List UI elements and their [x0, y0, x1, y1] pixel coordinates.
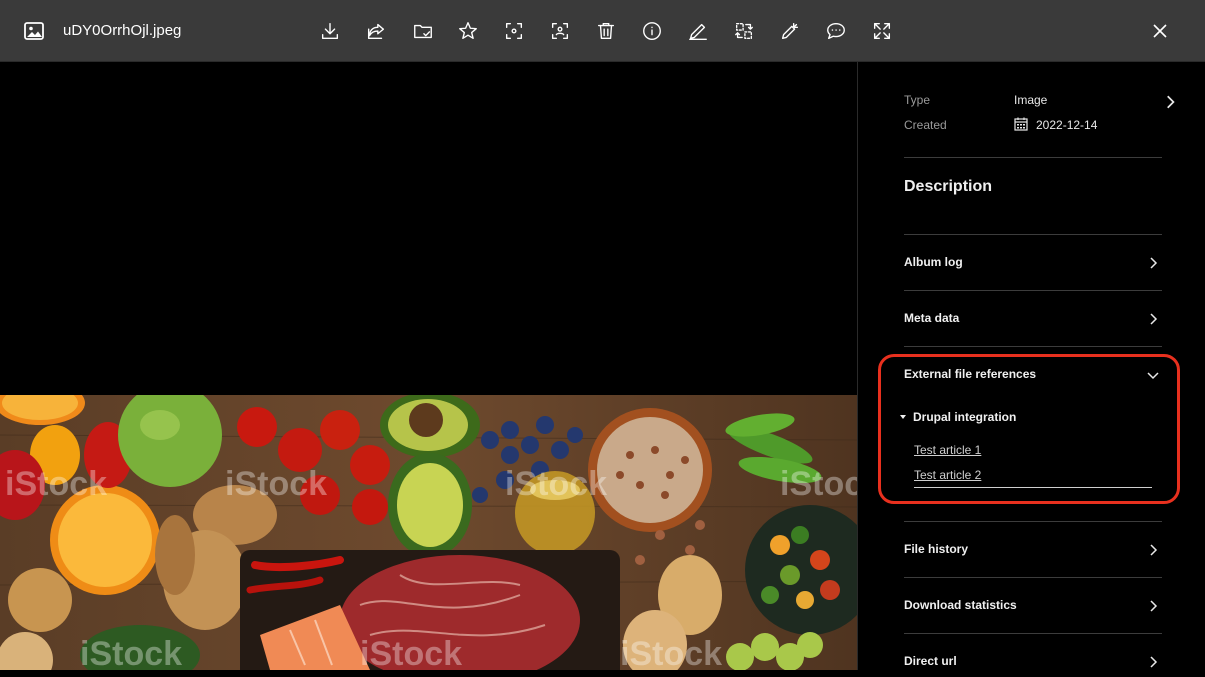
- svg-text:iStock: iStock: [505, 465, 607, 503]
- svg-text:iStock: iStock: [360, 635, 462, 670]
- file-name: uDY0OrrhOjl.jpeg: [63, 22, 182, 39]
- link-underline: [914, 487, 1152, 488]
- details-panel: Type Image Created 2022-12-14 Descriptio…: [857, 62, 1205, 670]
- magic-edit-icon[interactable]: [778, 19, 802, 43]
- download-statistics-label: Download statistics: [904, 598, 1017, 612]
- top-toolbar: uDY0OrrhOjl.jpeg: [0, 0, 1205, 62]
- comment-icon[interactable]: [824, 19, 848, 43]
- created-value: 2022-12-14: [1036, 118, 1098, 132]
- divider: [904, 234, 1162, 235]
- download-icon[interactable]: [318, 19, 342, 43]
- calendar-icon: [1014, 117, 1028, 131]
- chevron-right-icon: [1146, 655, 1160, 669]
- image-viewer: iStock iStock iStock iStock iStock iStock iSt…: [0, 62, 857, 670]
- chevron-right-icon: [1146, 599, 1160, 613]
- face-detect-icon[interactable]: [548, 19, 572, 43]
- direct-url-section[interactable]: Direct url: [904, 647, 1162, 677]
- divider: [904, 290, 1162, 291]
- divider: [904, 346, 1162, 347]
- meta-data-section[interactable]: Meta data: [904, 304, 1162, 334]
- divider: [904, 157, 1162, 158]
- folder-check-icon[interactable]: [411, 19, 435, 43]
- description-title: Description: [904, 178, 993, 195]
- direct-url-label: Direct url: [904, 654, 957, 668]
- external-file-references-label: External file references: [904, 367, 1037, 381]
- album-log-label: Album log: [904, 255, 963, 269]
- chevron-down-icon: [1146, 368, 1160, 382]
- svg-text:iStock: iStock: [5, 465, 107, 503]
- svg-text:iStock: iStock: [80, 635, 182, 670]
- album-log-section[interactable]: Album log: [904, 248, 1162, 278]
- meta-data-label: Meta data: [904, 311, 960, 325]
- share-icon[interactable]: [364, 19, 388, 43]
- type-label: Type: [904, 93, 931, 107]
- replace-icon[interactable]: [732, 19, 756, 43]
- caret-down-icon: [900, 414, 906, 419]
- image-file-icon: [24, 22, 44, 40]
- food-photo: iStock iStock iStock iStock iStock iStock iSt…: [0, 395, 857, 670]
- close-icon[interactable]: [1150, 21, 1170, 41]
- edit-icon[interactable]: [686, 19, 710, 43]
- trash-icon[interactable]: [594, 19, 618, 43]
- chevron-right-icon: [1146, 543, 1160, 557]
- chevron-right-icon: [1146, 256, 1160, 270]
- drupal-integration-toggle[interactable]: Drupal integration: [900, 410, 1016, 424]
- file-history-label: File history: [904, 542, 969, 556]
- expand-icon[interactable]: [870, 19, 894, 43]
- type-value: Image: [1014, 93, 1048, 107]
- chevron-right-icon: [1146, 312, 1160, 326]
- focus-icon[interactable]: [502, 19, 526, 43]
- info-icon[interactable]: [640, 19, 664, 43]
- svg-text:iStock: iStock: [225, 465, 327, 503]
- created-label: Created: [904, 118, 947, 132]
- divider: [904, 521, 1162, 522]
- drupal-integration-label: Drupal integration: [913, 410, 1017, 424]
- test-article-1-link[interactable]: Test article 1: [914, 443, 981, 457]
- svg-text:iStock: iStock: [620, 635, 722, 670]
- star-icon[interactable]: [456, 19, 480, 43]
- external-file-references-section[interactable]: External file references: [904, 360, 1162, 390]
- file-history-section[interactable]: File history: [904, 535, 1162, 565]
- divider: [904, 633, 1162, 634]
- test-article-2-link[interactable]: Test article 2: [914, 468, 981, 482]
- chevron-right-icon[interactable]: [1162, 94, 1178, 110]
- divider: [904, 577, 1162, 578]
- svg-text:iStock: iStock: [780, 465, 857, 503]
- download-statistics-section[interactable]: Download statistics: [904, 591, 1162, 621]
